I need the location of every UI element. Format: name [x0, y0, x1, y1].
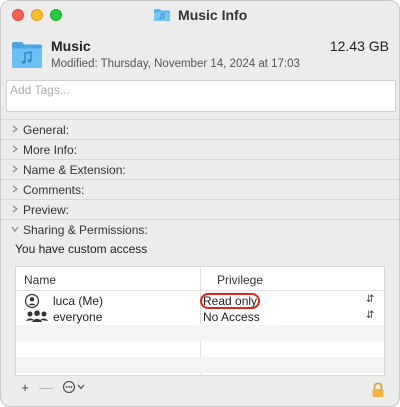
section-label: Comments:	[23, 183, 85, 197]
file-name: Music	[51, 38, 91, 54]
get-info-window: Music Info Music 12.43 GB Modified: Thur…	[0, 0, 400, 407]
section-sharing-permissions[interactable]: Sharing & Permissions:	[1, 219, 399, 239]
section-comments[interactable]: Comments:	[1, 179, 399, 199]
user-name: everyone	[53, 310, 103, 324]
highlight-annotation	[200, 293, 260, 309]
stepper-icon[interactable]: ⇵	[366, 310, 374, 321]
section-label: General:	[23, 123, 70, 137]
group-icon	[25, 310, 49, 322]
add-user-button[interactable]: +	[15, 380, 35, 396]
music-folder-icon	[153, 9, 170, 21]
window-title-text: Music Info	[178, 7, 248, 23]
chevron-right-icon[interactable]	[10, 124, 20, 134]
column-header-privilege[interactable]: Privilege	[217, 273, 263, 287]
section-name-extension[interactable]: Name & Extension:	[1, 159, 399, 179]
custom-access-text: You have custom access	[15, 242, 148, 256]
section-label: Preview:	[23, 203, 70, 217]
title-bar: Music Info	[1, 1, 399, 31]
chevron-right-icon[interactable]	[10, 164, 20, 174]
section-label: Sharing & Permissions:	[23, 223, 148, 237]
stepper-icon[interactable]: ⇵	[366, 294, 374, 305]
section-label: Name & Extension:	[23, 163, 126, 177]
modified-date: Modified: Thursday, November 14, 2024 at…	[51, 58, 300, 70]
chevron-right-icon[interactable]	[10, 144, 20, 154]
ellipsis-circle-icon	[62, 380, 85, 394]
table-row[interactable]: everyone No Access ⇵	[16, 309, 384, 325]
user-name: luca (Me)	[53, 294, 104, 308]
section-more-info[interactable]: More Info:	[1, 139, 399, 159]
section-preview[interactable]: Preview:	[1, 199, 399, 219]
section-general[interactable]: General:	[1, 119, 399, 139]
music-folder-large-icon	[12, 42, 42, 68]
action-menu-button[interactable]	[61, 380, 89, 396]
file-size: 12.43 GB	[329, 38, 389, 54]
tags-input[interactable]	[10, 83, 392, 97]
window-title: Music Info	[1, 7, 399, 23]
lock-icon[interactable]	[371, 382, 385, 398]
privilege-select[interactable]: No Access	[203, 310, 260, 324]
table-row-empty	[16, 325, 384, 341]
chevron-down-icon[interactable]	[10, 224, 20, 234]
remove-user-button[interactable]: —	[36, 380, 56, 396]
tags-field-container	[6, 80, 396, 112]
column-header-name[interactable]: Name	[24, 273, 56, 287]
table-row-empty	[16, 357, 384, 373]
person-icon	[24, 293, 40, 309]
permissions-table: Name Privilege luca (Me) Read only ⇵ eve…	[15, 266, 385, 377]
section-label: More Info:	[23, 143, 78, 157]
chevron-right-icon[interactable]	[10, 184, 20, 194]
chevron-right-icon[interactable]	[10, 204, 20, 214]
